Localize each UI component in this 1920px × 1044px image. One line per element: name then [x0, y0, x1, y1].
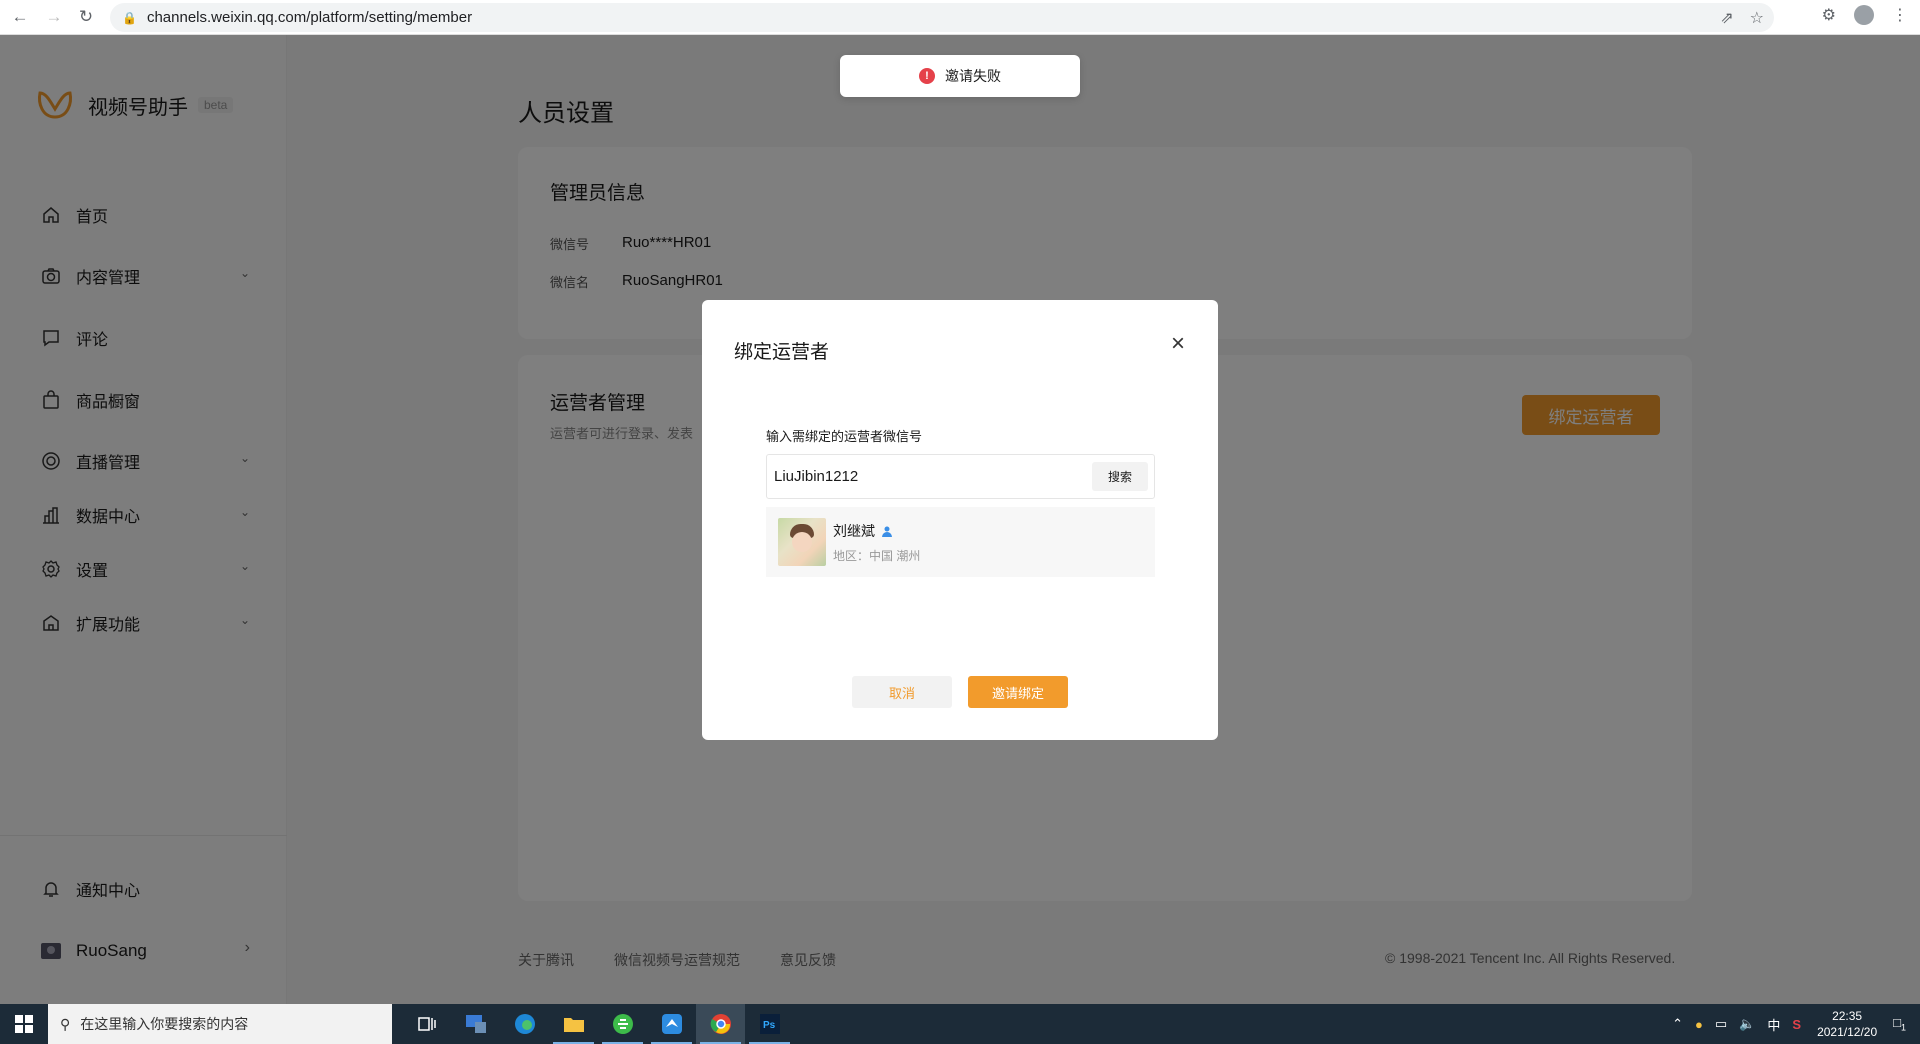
- dialog-title: 绑定运营者: [734, 342, 830, 363]
- forward-icon[interactable]: →: [37, 0, 71, 34]
- notification-count: 1: [1900, 1022, 1906, 1033]
- extensions-icon[interactable]: ⚙: [1822, 5, 1836, 25]
- tray-expand-icon[interactable]: ⌃: [1672, 1016, 1683, 1032]
- search-box: 搜索: [766, 454, 1155, 499]
- search-icon: ⚲: [60, 1015, 71, 1032]
- reload-icon[interactable]: ↻: [69, 0, 103, 34]
- system-tray: ⌃ ● ▭ 🔈 中 S 22:35 2021/12/20 □1: [1666, 1004, 1920, 1044]
- search-result-item[interactable]: 刘继斌 地区：中国 潮州: [766, 507, 1155, 577]
- url-text: channels.weixin.qq.com/platform/setting/…: [146, 9, 473, 26]
- lock-icon: 🔒: [122, 10, 137, 25]
- taskbar-clock[interactable]: 22:35 2021/12/20: [1817, 1008, 1877, 1040]
- browser-toolbar: ← → ↻ 🔒 channels.weixin.qq.com/platform/…: [0, 0, 1920, 35]
- svg-text:Ps: Ps: [763, 1020, 776, 1031]
- bind-operator-dialog: 绑定运营者 × 输入需绑定的运营者微信号 搜索 刘继斌 地区：中国 潮州 取消 …: [702, 300, 1218, 740]
- profile-avatar-icon[interactable]: [1854, 5, 1874, 25]
- clock-time: 22:35: [1832, 1009, 1863, 1023]
- invite-bind-button[interactable]: 邀请绑定: [968, 676, 1068, 708]
- clock-date: 2021/12/20: [1817, 1025, 1878, 1039]
- error-toast: ! 邀请失败: [840, 55, 1080, 97]
- photoshop-icon[interactable]: Ps: [745, 1004, 794, 1044]
- chrome-browser-icon[interactable]: [696, 1004, 745, 1044]
- close-icon[interactable]: ×: [1168, 332, 1188, 356]
- green-app-icon[interactable]: [598, 1004, 647, 1044]
- wechat-id-input-label: 输入需绑定的运营者微信号: [766, 429, 923, 444]
- result-area: 地区：中国 潮州: [833, 548, 921, 563]
- wechat-id-search-input[interactable]: [767, 456, 1087, 497]
- bird-app-icon[interactable]: [647, 1004, 696, 1044]
- share-icon[interactable]: ⇗: [1720, 8, 1733, 28]
- tray-app-icon[interactable]: ●: [1695, 1017, 1703, 1032]
- toast-message: 邀请失败: [945, 68, 1001, 84]
- action-center-icon[interactable]: □1: [1893, 1015, 1906, 1033]
- error-icon: !: [919, 68, 935, 84]
- search-button[interactable]: 搜索: [1092, 462, 1148, 491]
- browser-menu-icon[interactable]: ⋮: [1892, 5, 1908, 25]
- network-icon[interactable]: ▭: [1715, 1016, 1727, 1032]
- taskbar-search-placeholder: 在这里输入你要搜索的内容: [80, 1016, 249, 1032]
- user-badge-icon: [882, 526, 892, 537]
- result-name: 刘继斌: [833, 522, 875, 539]
- task-view-icon[interactable]: [402, 1004, 451, 1044]
- edge-browser-icon[interactable]: [500, 1004, 549, 1044]
- cancel-button[interactable]: 取消: [852, 676, 952, 708]
- back-icon[interactable]: ←: [3, 0, 37, 34]
- sogou-icon[interactable]: S: [1792, 1017, 1801, 1032]
- volume-icon[interactable]: 🔈: [1739, 1016, 1755, 1032]
- windows-start-icon[interactable]: [0, 1004, 48, 1044]
- windows-taskbar: ⚲ 在这里输入你要搜索的内容 Ps ⌃ ● ▭ 🔈 中 S 22:35 2021…: [0, 1004, 1920, 1044]
- file-explorer-icon[interactable]: [549, 1004, 598, 1044]
- result-avatar: [778, 518, 826, 566]
- this-pc-icon[interactable]: [451, 1004, 500, 1044]
- bookmark-star-icon[interactable]: ☆: [1750, 8, 1764, 28]
- address-bar[interactable]: 🔒 channels.weixin.qq.com/platform/settin…: [110, 3, 1774, 32]
- taskbar-search-box[interactable]: ⚲ 在这里输入你要搜索的内容: [48, 1004, 392, 1044]
- ime-indicator[interactable]: 中: [1767, 1015, 1780, 1034]
